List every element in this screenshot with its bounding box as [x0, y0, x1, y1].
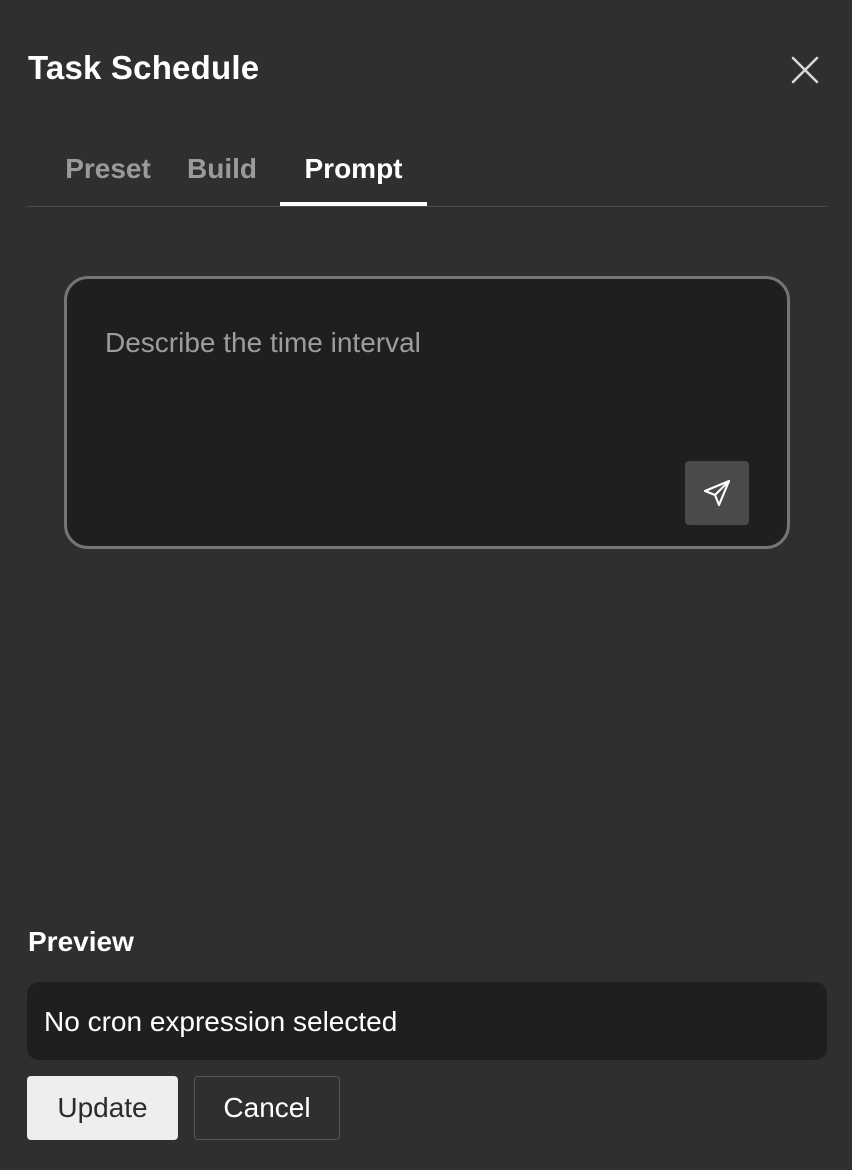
send-button[interactable]: [685, 461, 749, 525]
update-button[interactable]: Update: [27, 1076, 178, 1140]
preview-label: Preview: [28, 926, 134, 957]
preview-box: No cron expression selected: [27, 982, 827, 1060]
cancel-button[interactable]: Cancel: [194, 1076, 340, 1140]
close-icon: [791, 56, 819, 84]
dialog-title: Task Schedule: [28, 49, 260, 86]
prompt-input[interactable]: [105, 323, 705, 363]
tab-build[interactable]: Build: [187, 146, 257, 206]
prompt-panel: [64, 276, 790, 549]
tab-prompt[interactable]: Prompt: [280, 146, 427, 206]
close-button[interactable]: [787, 52, 823, 88]
active-tab-indicator: [280, 202, 427, 206]
tab-bar: Preset Build Prompt: [27, 146, 827, 207]
tab-preset[interactable]: Preset: [51, 146, 165, 206]
send-icon: [703, 479, 731, 507]
preview-text: No cron expression selected: [44, 1006, 398, 1037]
